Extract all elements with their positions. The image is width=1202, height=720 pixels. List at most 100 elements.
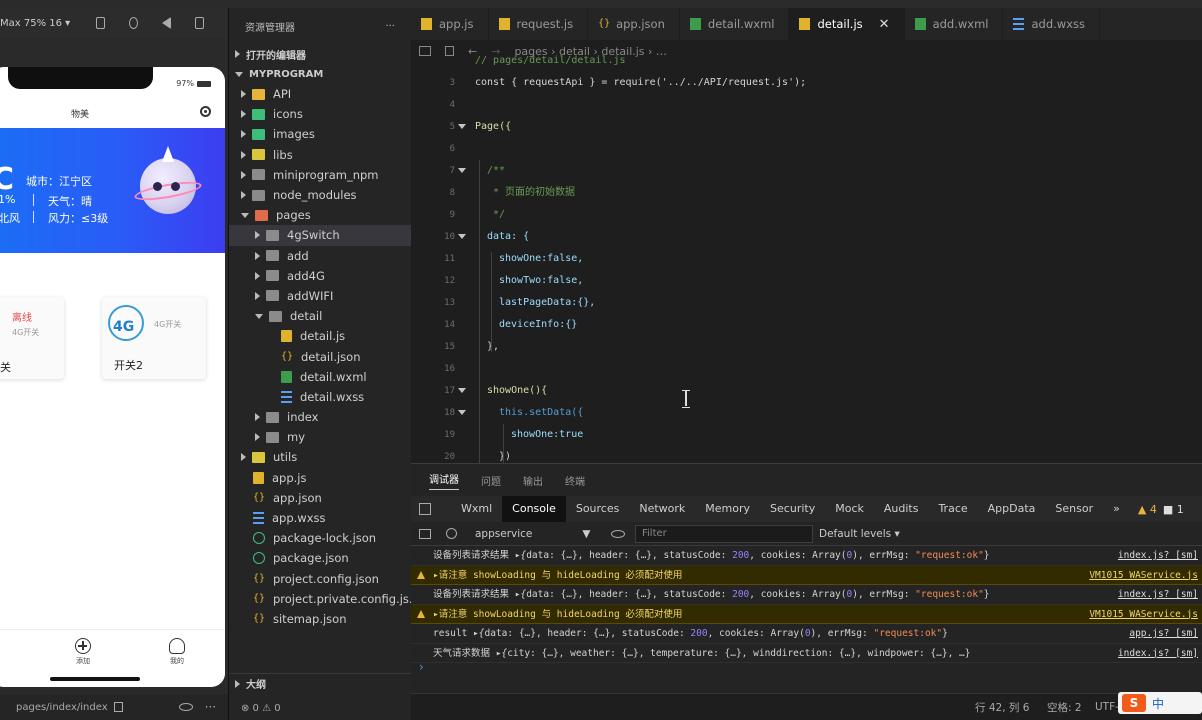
indentation[interactable]: 空格: 2 [1047,700,1082,715]
code-text: // pages/detail/detail.js [475,55,626,66]
tree-item[interactable]: app.js [229,468,411,488]
eye-icon[interactable] [611,529,625,538]
tree-item[interactable]: app.wxss [229,508,411,528]
outline-section[interactable]: 大纲 [229,673,412,693]
tree-item[interactable]: API [229,84,411,104]
tree-item[interactable]: addWIFI [229,286,411,306]
editor-tab[interactable]: app.js [411,8,489,40]
phone-notch [8,67,153,89]
log-source-link[interactable]: index.js? [sm] [1112,644,1198,663]
indent-guide [503,424,504,463]
editor-tab[interactable]: add.wxss [1003,8,1100,40]
inspect-icon[interactable] [419,503,431,515]
context-selector[interactable]: appservice ▼ [475,528,603,540]
tree-item[interactable]: detail [229,306,411,326]
tree-item[interactable]: pages [229,205,411,225]
copy-icon[interactable] [113,702,123,712]
tree-item[interactable]: {} detail.json [229,346,411,366]
editor-tab[interactable]: detail.wxml [680,8,790,40]
js-file-icon [421,18,432,30]
log-source-link[interactable]: index.js? [sm] [1112,546,1198,565]
devtools-tab[interactable]: Memory [695,496,760,522]
record-icon[interactable] [129,17,139,29]
devtools-tab[interactable]: Trace [928,496,977,522]
code-editor[interactable]: app.js request.js {} app.json detail.wxml det… [411,8,1202,463]
fold-chevron-icon[interactable] [458,410,466,415]
tree-item[interactable]: add4G [229,266,411,286]
log-source-link[interactable]: index.js? [sm] [1112,585,1198,604]
panel-tab[interactable]: 输出 [523,473,543,488]
devtools-tab[interactable]: Network [629,496,695,522]
more-actions-button[interactable]: ··· [385,21,395,32]
editor-tab[interactable]: detail.js ✕ [789,8,905,40]
devtools-tab[interactable]: Console [502,496,566,522]
open-editors-section[interactable]: 打开的编辑器 [229,44,411,64]
tree-item[interactable]: my [229,427,411,447]
more-icon[interactable]: ··· [205,700,216,714]
line-number: 16 [444,364,455,374]
tree-item[interactable]: detail.js [229,326,411,346]
tree-item[interactable]: miniprogram_npm [229,165,411,185]
tree-item[interactable]: icons [229,104,411,124]
tree-item[interactable]: utils [229,447,411,467]
fold-chevron-icon[interactable] [458,388,466,393]
cursor-position[interactable]: 行 42, 列 6 [975,700,1029,715]
editor-tab[interactable]: request.js [489,8,589,40]
input-method-indicator[interactable]: S 中 [1118,692,1202,714]
panel-tab[interactable]: 调试器 [429,471,459,490]
device-selector[interactable]: Max 75% 16 ▾ [0,18,70,29]
tree-item[interactable]: package-lock.json [229,528,411,548]
fold-chevron-icon[interactable] [458,234,466,239]
eye-icon[interactable] [178,703,193,711]
tree-item[interactable]: {} sitemap.json [229,609,411,629]
log-source-link[interactable]: VM1015 WAService.js [1083,604,1198,624]
project-section[interactable]: MYPROGRAM [229,64,411,84]
tree-item[interactable]: {} project.private.config.js... [229,589,420,609]
console-prompt[interactable]: › [419,660,424,674]
devtools-tab[interactable]: » [1103,496,1130,522]
devtools-tab[interactable]: Mock [825,496,874,522]
devtools-tab[interactable]: Wxml [451,496,502,522]
panel-tab[interactable]: 终端 [565,473,585,488]
log-levels-dropdown[interactable]: Default levels ▾ [819,528,900,540]
phone-icon[interactable] [96,17,106,29]
device-card[interactable]: 4G 4G开关 开关2 [102,297,206,379]
log-source-link[interactable]: app.js? [sm] [1123,624,1198,643]
tree-item[interactable]: index [229,407,411,427]
devtools-tab[interactable]: Sources [566,496,630,522]
tree-item[interactable]: {} app.json [229,488,411,508]
editor-tab[interactable]: {} app.json [588,8,680,40]
tree-item[interactable]: {} project.config.json [229,569,411,589]
tree-item[interactable]: detail.wxss [229,387,411,407]
volume-icon[interactable] [162,17,172,29]
tree-item[interactable]: images [229,124,411,144]
fold-chevron-icon[interactable] [458,168,466,173]
sidebar-toggle-icon[interactable] [419,528,431,539]
rotate-icon[interactable] [195,17,204,29]
editor-tab-label: detail.js [817,17,863,31]
fold-chevron-icon[interactable] [458,124,466,129]
editor-tab[interactable]: add.wxml [905,8,1004,40]
filter-input[interactable]: Filter [635,524,813,543]
problems-indicator[interactable]: ⊗ 0 ⚠ 0 [229,696,412,720]
tree-item[interactable]: node_modules [229,185,411,205]
devtools-tab[interactable]: Security [760,496,825,522]
tab-mine[interactable]: 我的 [157,638,197,666]
tree-item[interactable]: add [229,246,411,266]
capsule-button[interactable] [195,103,215,119]
devtools-tab[interactable]: Sensor [1045,496,1103,522]
wxss-file-icon [281,391,292,403]
tree-item[interactable]: package.json [229,548,411,568]
log-source-link[interactable]: VM1015 WAService.js [1083,565,1198,585]
tree-item[interactable]: detail.wxml [229,367,411,387]
device-card[interactable]: 离线 4G开关 关 [0,297,64,379]
devtools-tab[interactable]: Audits [874,496,929,522]
tab-add[interactable]: 添加 [63,638,103,666]
devtools-tab[interactable]: AppData [978,496,1046,522]
panel-tab[interactable]: 问题 [481,473,501,488]
tree-item[interactable]: 4gSwitch [229,225,411,246]
tree-item[interactable]: libs [229,145,411,165]
tree-item-label: add [287,248,309,263]
clear-console-icon[interactable] [446,528,457,539]
close-icon[interactable]: ✕ [879,17,890,32]
